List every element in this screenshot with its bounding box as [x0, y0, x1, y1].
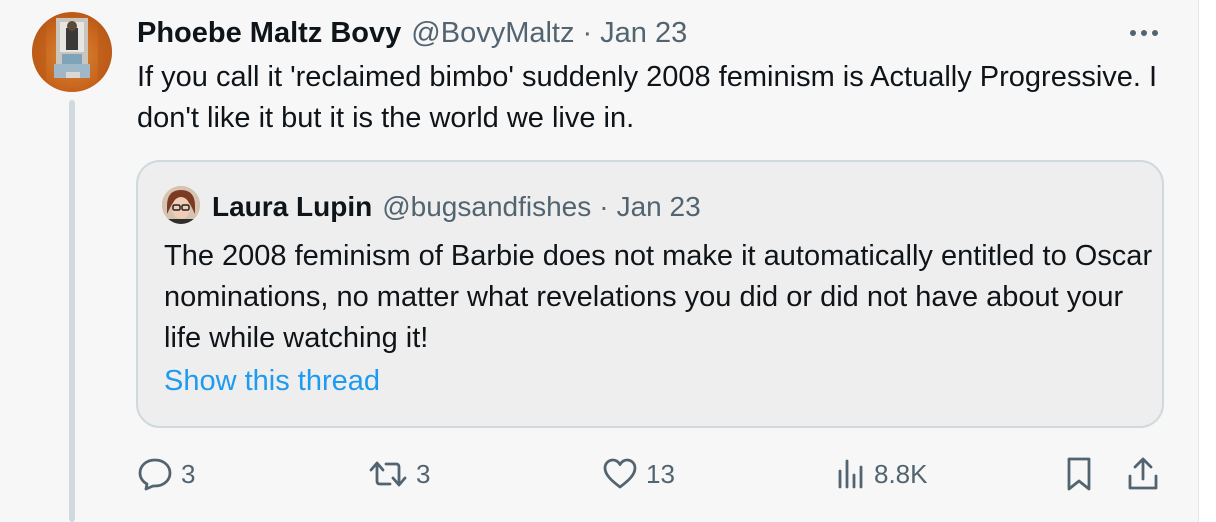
more-options-button[interactable] [1124, 20, 1164, 46]
more-icon [1130, 30, 1158, 36]
quoted-tweet-header: Laura Lupin @bugsandfishes · Jan 23 [212, 188, 701, 226]
views-button[interactable]: 8.8K [836, 456, 928, 492]
tweet-page: Phoebe Maltz Bovy @BovyMaltz · Jan 23 If… [0, 0, 1216, 522]
share-icon [1128, 457, 1158, 490]
share-button[interactable] [1126, 456, 1160, 492]
quoted-avatar-photo [162, 186, 200, 224]
quoted-author-avatar[interactable] [162, 186, 200, 224]
views-count: 8.8K [874, 458, 928, 489]
like-count: 13 [646, 458, 675, 489]
reply-count: 3 [181, 458, 196, 489]
tweet-date[interactable]: Jan 23 [600, 17, 687, 50]
scroll-edge [1198, 0, 1216, 522]
quoted-tweet-date[interactable]: Jan 23 [617, 191, 701, 223]
author-name[interactable]: Phoebe Maltz Bovy [137, 17, 401, 50]
bookmark-icon [1067, 457, 1091, 491]
reply-icon [138, 458, 172, 491]
tweet-header: Phoebe Maltz Bovy @BovyMaltz · Jan 23 [137, 14, 687, 52]
retweet-icon [369, 461, 407, 487]
bookmark-button[interactable] [1064, 456, 1094, 492]
quoted-author-name[interactable]: Laura Lupin [212, 191, 372, 223]
views-icon [838, 459, 863, 489]
author-handle[interactable]: @BovyMaltz [411, 17, 574, 50]
show-thread-link[interactable]: Show this thread [164, 365, 380, 398]
reply-button[interactable]: 3 [137, 456, 195, 492]
like-icon [603, 458, 637, 489]
quoted-tweet-card[interactable]: Laura Lupin @bugsandfishes · Jan 23 The … [136, 160, 1164, 428]
like-button[interactable]: 13 [602, 456, 675, 492]
retweet-button[interactable]: 3 [368, 456, 430, 492]
meta-separator: · [582, 16, 593, 49]
quoted-tweet-text: The 2008 feminism of Barbie does not mak… [164, 240, 1153, 354]
quoted-meta-separator: · [599, 191, 609, 222]
tweet-text: If you call it 'reclaimed bimbo' suddenl… [137, 61, 1158, 134]
author-avatar[interactable] [32, 12, 112, 92]
thread-connector-line [69, 100, 75, 522]
avatar-photo [32, 12, 112, 92]
retweet-count: 3 [416, 458, 431, 489]
quoted-author-handle[interactable]: @bugsandfishes [382, 191, 591, 223]
